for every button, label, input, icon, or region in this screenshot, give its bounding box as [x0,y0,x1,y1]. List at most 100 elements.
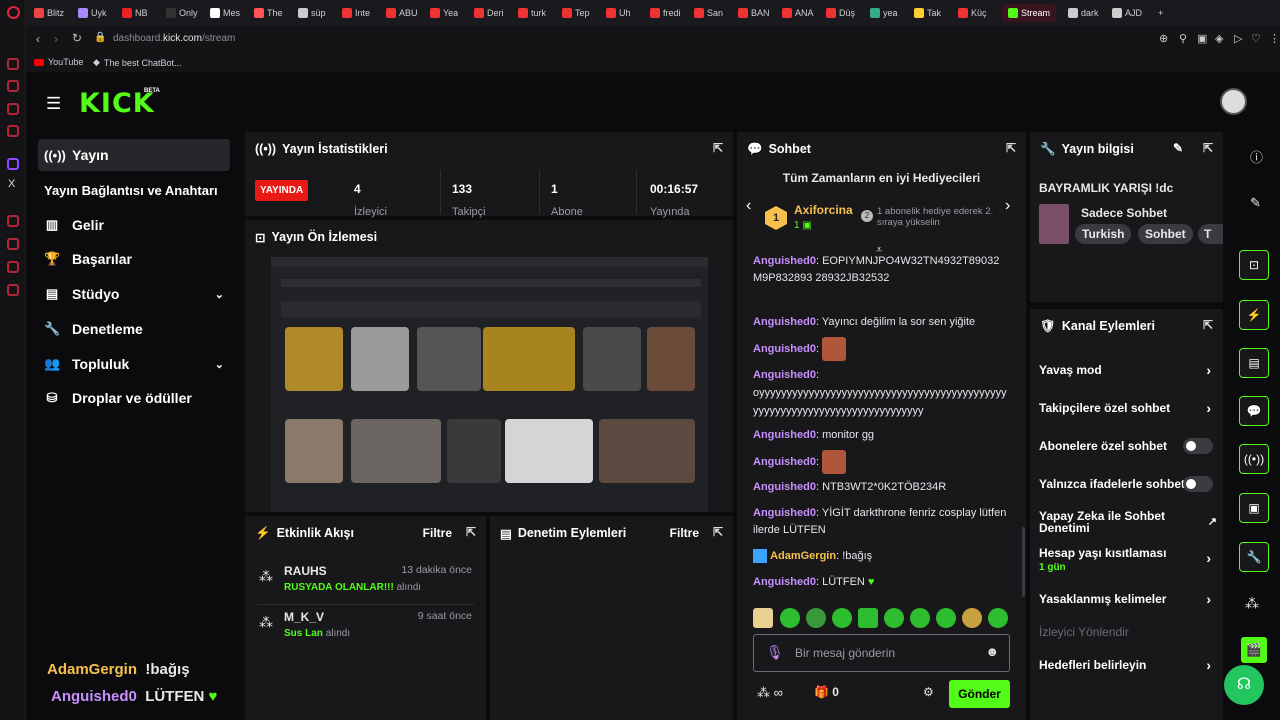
tag-chip[interactable]: Sohbet [1138,224,1193,244]
sidebar-item-gelir[interactable]: ▥ Gelir [38,209,230,241]
preview-widget-icon[interactable]: ⊡ [1239,250,1269,280]
browser-tab[interactable]: San [694,4,723,22]
browser-tab[interactable]: Tep [562,4,590,22]
sidebar-item-studyo[interactable]: ▤ Stüdyo ⌄ [38,278,230,310]
play-icon[interactable]: ▷ [1234,32,1242,45]
support-chat-button[interactable]: ☊ [1224,665,1264,705]
sidebar-item-yayin[interactable]: ((•)) Yayın [38,139,230,171]
back-icon[interactable]: ‹ [36,32,40,46]
reload-icon[interactable]: ↻ [72,31,82,45]
sidebar-item-topluluk[interactable]: 👥 Topluluk ⌄ [38,348,230,380]
browser-tab[interactable]: NB [122,4,148,22]
filter-button[interactable]: Filtre [423,526,452,540]
forward-icon[interactable]: › [54,32,58,46]
chat-username[interactable]: Anguished0 [753,369,816,381]
moderation-widget-icon[interactable]: ▤ [1239,348,1269,378]
browser-tab[interactable]: The [254,4,283,22]
popout-icon[interactable]: ⇱ [1006,141,1016,155]
action-slow-mode[interactable]: Yavaş mod › [1030,352,1223,388]
chat-username[interactable]: Anguished0 [753,507,816,519]
browser-tab[interactable]: Blitz [34,4,64,22]
category-name[interactable]: Sadece Sohbet [1081,206,1167,220]
browser-tab[interactable]: Tak [914,4,941,22]
emote-icon[interactable] [962,608,982,628]
tag-chip[interactable]: T [1198,224,1223,244]
emote-icon[interactable] [936,608,956,628]
browser-tab[interactable]: dark [1068,4,1099,22]
mic-icon[interactable]: 🎙 [766,644,784,661]
subs-only-toggle[interactable] [1183,438,1213,454]
avatar[interactable] [1220,88,1247,115]
camera-icon[interactable]: ▣ [1197,32,1207,45]
chat-username[interactable]: Anguished0 [753,481,816,493]
activity-user[interactable]: M_K_V [284,610,324,624]
sidebar-item-denetleme[interactable]: 🔧 Denetleme [38,313,230,345]
browser-tab[interactable]: AJD [1112,4,1142,22]
popout-icon[interactable]: ⇱ [713,525,723,539]
emote-icon[interactable] [988,608,1008,628]
emoji-icon[interactable]: ☻ [985,644,999,659]
sidebar-app-icon[interactable] [7,125,19,137]
browser-tab[interactable]: Stream [1002,4,1057,22]
activity-user[interactable]: RAUHS [284,564,327,578]
browser-tab[interactable]: yea [870,4,898,22]
browser-tab[interactable]: Only [166,4,198,22]
stats-widget-icon[interactable]: ((•)) [1239,444,1269,474]
bookmark-chatbot[interactable]: ◆ The best ChatBot... [93,57,181,68]
activity-widget-icon[interactable]: ⚡ [1239,300,1269,330]
zoom-icon[interactable]: ⊕ [1159,32,1168,45]
url-field[interactable]: dashboard.kick.com/stream [113,33,235,44]
action-set-goals[interactable]: Hedefleri belirleyin › [1030,647,1223,683]
filter-button[interactable]: Filtre [670,526,699,540]
browser-tab[interactable]: süp [298,4,326,22]
browser-tab[interactable]: Inte [342,4,370,22]
gift-widget-icon[interactable]: ⁂ [1245,595,1259,612]
tag-chip[interactable]: Turkish [1075,224,1132,244]
sidebar-app-icon[interactable] [7,58,19,70]
chat-username[interactable]: Anguished0 [753,343,816,355]
wrench-widget-icon[interactable]: 🔧 [1239,542,1269,572]
browser-tab[interactable]: Düş [826,4,855,22]
sidebar-app-icon[interactable] [7,261,19,273]
emote-icon[interactable] [753,608,773,628]
browser-tab[interactable]: BAN [738,4,770,22]
chat-username[interactable]: Anguished0 [753,576,816,588]
chat-username[interactable]: Anguished0 [753,255,816,267]
popout-icon[interactable]: ⇱ [1203,318,1213,332]
sidebar-item-droplar[interactable]: ⛁ Droplar ve ödüller [38,382,230,414]
clapper-icon[interactable]: 🎬 [1241,637,1267,663]
emote-icon[interactable] [858,608,878,628]
x-icon[interactable]: X [8,178,15,190]
browser-tab[interactable]: Yea [430,4,458,22]
sidebar-app-icon[interactable] [7,238,19,250]
action-banned-words[interactable]: Yasaklanmış kelimeler › [1030,581,1223,617]
gifts-indicator[interactable]: 🎁 0 [814,685,839,699]
pin-icon[interactable]: ⚲ [1179,32,1187,45]
bookmark-youtube[interactable]: YouTube [34,57,83,67]
sidebar-item-stream-key[interactable]: Yayın Bağlantısı ve Anahtarı [38,174,243,206]
chat-username[interactable]: AdamGergin [770,550,836,562]
chevron-left-icon[interactable]: ‹ [746,197,751,215]
emote-icon[interactable] [780,608,800,628]
emote-icon[interactable] [832,608,852,628]
chat-scrollbar[interactable] [1022,527,1025,597]
popout-icon[interactable]: ⇱ [466,525,476,539]
points-indicator[interactable]: ⁂ ∞ [757,685,783,701]
sidebar-app-icon[interactable] [7,103,19,115]
browser-tab[interactable]: ABU [386,4,418,22]
chat-username[interactable]: Anguished0 [753,429,816,441]
emote-icon[interactable] [806,608,826,628]
shield-icon[interactable]: ◈ [1215,32,1223,45]
popout-icon[interactable]: ⇱ [1203,141,1213,155]
emotes-only-toggle[interactable] [1183,476,1213,492]
new-tab-button[interactable]: + [1158,4,1163,22]
opera-logo-icon[interactable] [7,6,20,19]
browser-tab[interactable]: Küç [958,4,987,22]
top-gifter-name[interactable]: Axiforcina [794,203,853,217]
category-thumbnail[interactable] [1039,204,1069,244]
twitch-icon[interactable] [7,158,19,170]
chat-username[interactable]: Anguished0 [753,316,816,328]
browser-tab[interactable]: ANA [782,4,814,22]
browser-tab[interactable]: turk [518,4,546,22]
edit-icon[interactable]: ✎ [1173,141,1183,155]
